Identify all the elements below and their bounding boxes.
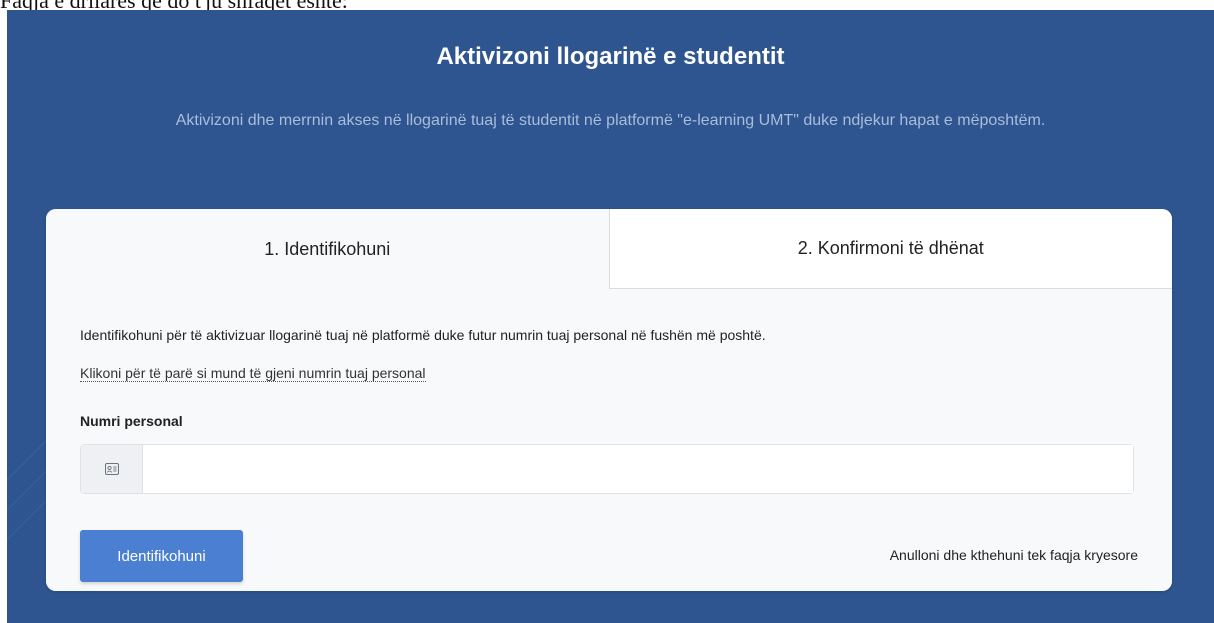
personal-number-input[interactable] [143,445,1133,493]
personal-number-group [80,444,1134,494]
page: Faqja e drilares që do t'ju shfaqet ësht… [0,0,1214,623]
page-title: Aktivizoni llogarinë e studentit [436,43,785,70]
personal-number-label: Numri personal [80,413,183,429]
find-personal-number-link[interactable]: Klikoni për të parë si mund të gjeni num… [80,365,426,382]
step-tabs: 1. Identifikohuni 2. Konfirmoni të dhëna… [46,209,1172,289]
page-subtitle: Aktivizoni dhe merrnin akses në llogarin… [175,112,1046,129]
hero-banner: Aktivizoni llogarinë e studentit Aktiviz… [7,10,1214,623]
form-body: Identifikohuni për të aktivizuar llogari… [46,289,1172,591]
identify-button[interactable]: Identifikohuni [80,530,243,582]
cancel-return-home-link[interactable]: Anulloni dhe kthehuni tek faqja kryesore [890,547,1138,563]
tab-identify[interactable]: 1. Identifikohuni [46,209,610,289]
id-card-icon [81,445,143,493]
form-instructions: Identifikohuni për të aktivizuar llogari… [80,327,766,343]
tab-confirm-data[interactable]: 2. Konfirmoni të dhënat [609,209,1172,289]
activation-card: 1. Identifikohuni 2. Konfirmoni të dhëna… [46,209,1172,591]
